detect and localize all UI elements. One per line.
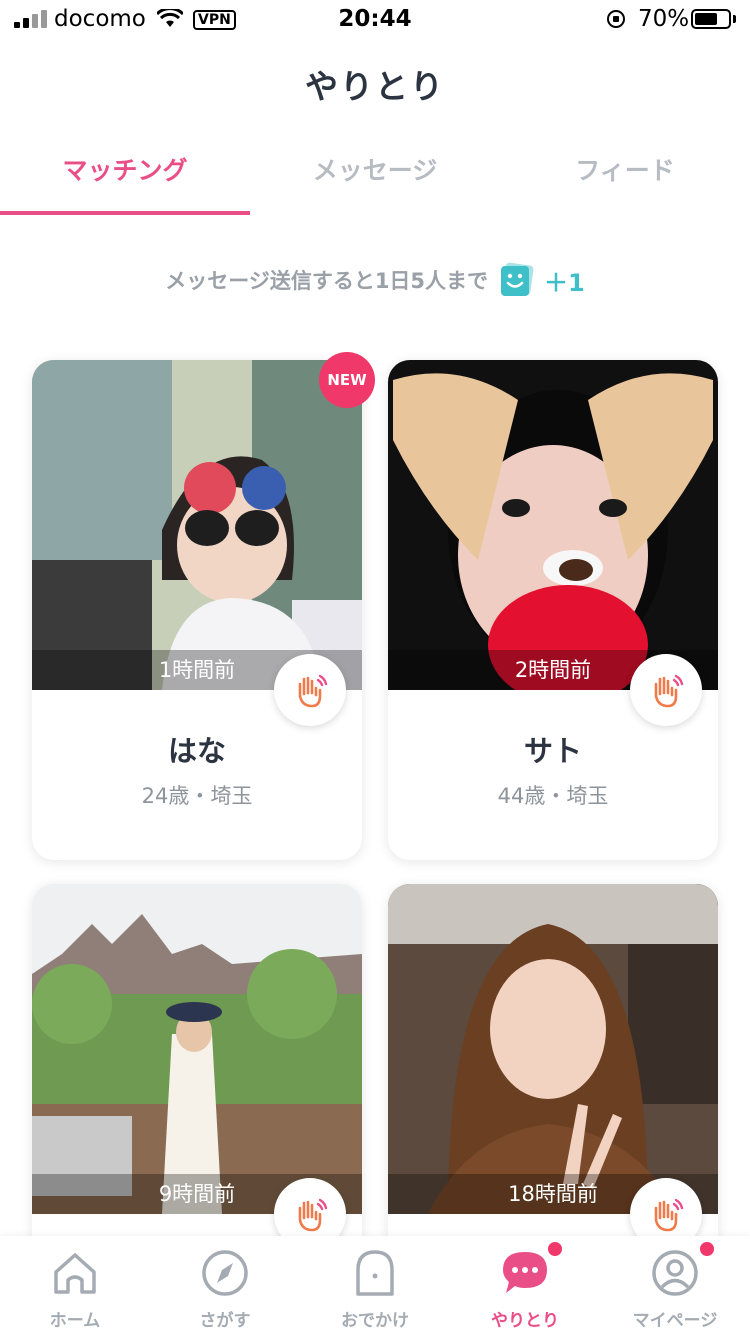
profile-photo[interactable] (32, 360, 362, 690)
profile-photo[interactable] (388, 360, 718, 690)
nav-home[interactable]: ホーム (0, 1236, 150, 1334)
message-bonus-notice: メッセージ送信すると1日5人まで ＋1 (0, 258, 750, 302)
profile-age-location: 24歳・埼玉 (141, 784, 253, 808)
wave-hand-icon (654, 1198, 684, 1232)
new-badge: NEW (319, 352, 375, 408)
notice-text: メッセージ送信すると1日5人まで (165, 269, 489, 293)
home-icon (54, 1253, 96, 1294)
tab-bar-top: マッチング メッセージ フィード (0, 145, 750, 217)
status-bar: docomo VPN 20:44 70% (0, 0, 750, 40)
nav-label: さがす (199, 1311, 251, 1331)
battery-percent: 70% (638, 6, 690, 32)
match-card[interactable]: 1時間前 はな 24歳・埼玉 NEW (32, 352, 375, 860)
match-card[interactable]: 2時間前 サト 44歳・埼玉 (388, 360, 718, 860)
nav-label: マイページ (632, 1311, 718, 1331)
user-icon (652, 1250, 698, 1296)
wave-hand-icon (298, 674, 328, 708)
notification-dot (546, 1240, 564, 1258)
wave-hand-icon (298, 1198, 328, 1232)
nav-mypage[interactable]: マイページ (600, 1236, 750, 1334)
profile-age-location: 44歳・埼玉 (497, 784, 609, 808)
nav-outing[interactable]: おでかけ (300, 1236, 450, 1334)
nav-label: やりとり (491, 1311, 559, 1331)
ghost-icon (356, 1250, 394, 1296)
battery-fill (695, 13, 717, 25)
notification-dot (698, 1240, 716, 1258)
tab-underline (0, 211, 250, 215)
smile-ticket-icon (498, 261, 536, 299)
nav-label: おでかけ (341, 1311, 409, 1331)
wave-button[interactable] (630, 654, 702, 726)
compass-icon (202, 1250, 248, 1296)
notice-bonus: ＋1 (544, 268, 585, 297)
battery-icon (691, 9, 731, 29)
wave-button[interactable] (274, 654, 346, 726)
nav-label: ホーム (49, 1311, 101, 1331)
rotation-lock-icon (607, 10, 625, 28)
chat-bubble-icon (503, 1252, 547, 1293)
profile-photo[interactable] (388, 884, 718, 1214)
profile-name: サト (523, 734, 582, 768)
tab-feed[interactable]: フィード (500, 145, 750, 213)
battery-nub (733, 15, 736, 23)
wave-hand-icon (654, 674, 684, 708)
nav-search[interactable]: さがす (150, 1236, 300, 1334)
tab-matching[interactable]: マッチング (0, 145, 250, 213)
profile-photo[interactable] (32, 884, 362, 1214)
bottom-tab-bar: ホーム さがす おでかけ やりとり マイページ (0, 1236, 750, 1334)
profile-name: はな (167, 734, 226, 768)
nav-exchange[interactable]: やりとり (450, 1236, 600, 1334)
page-title: やりとり (305, 67, 445, 106)
tab-messages[interactable]: メッセージ (250, 145, 500, 213)
